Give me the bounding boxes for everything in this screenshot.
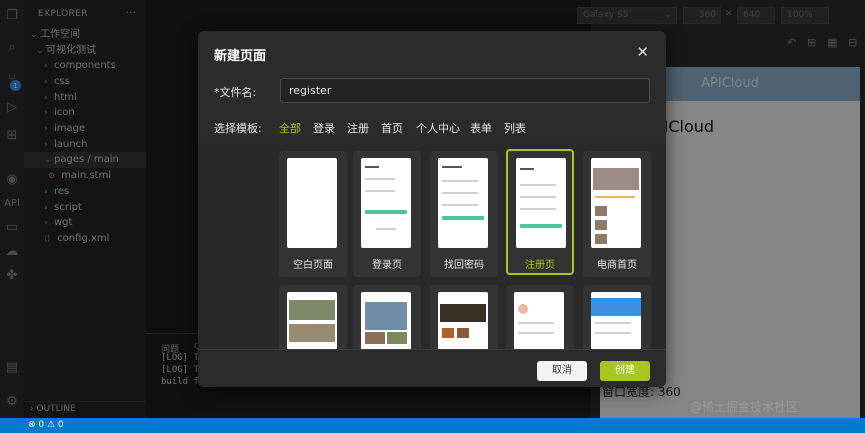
template-card-label: 找回密码 bbox=[444, 260, 484, 271]
template-card-login[interactable]: 登录页 bbox=[353, 151, 421, 277]
template-card[interactable] bbox=[430, 285, 498, 349]
new-page-dialog: 新建页面 ✕ *文件名: register 选择模板: 全部 登录 注册 首页 … bbox=[198, 31, 666, 387]
template-card-label: 登录页 bbox=[372, 260, 402, 271]
template-card[interactable] bbox=[506, 285, 574, 349]
template-card[interactable] bbox=[583, 285, 651, 349]
template-thumbnail bbox=[516, 158, 566, 248]
template-grid: 空白页面 登录页 找回密码 注册页 电商首页 bbox=[198, 143, 666, 349]
template-card[interactable] bbox=[279, 285, 347, 349]
template-card-label: 电商首页 bbox=[597, 260, 637, 271]
dialog-title: 新建页面 bbox=[214, 49, 267, 64]
tab-list[interactable]: 列表 bbox=[504, 120, 526, 136]
watermark: @稀土掘金技术社区 bbox=[690, 400, 799, 414]
template-thumbnail bbox=[361, 158, 411, 248]
close-icon[interactable]: ✕ bbox=[636, 43, 649, 61]
status-problems[interactable]: ⊗ 0 ⚠ 0 bbox=[28, 420, 64, 430]
template-card-shop-home[interactable]: 电商首页 bbox=[583, 151, 651, 277]
template-card-label: 注册页 bbox=[525, 260, 555, 271]
tab-register[interactable]: 注册 bbox=[347, 120, 369, 136]
template-thumbnail bbox=[438, 292, 488, 349]
template-card[interactable] bbox=[353, 285, 421, 349]
template-thumbnail bbox=[591, 158, 641, 248]
status-bar: ⊗ 0 ⚠ 0 bbox=[0, 418, 865, 433]
tab-home[interactable]: 首页 bbox=[381, 120, 403, 136]
dialog-footer: 取消 创建 bbox=[198, 349, 666, 387]
template-card-label: 空白页面 bbox=[293, 260, 333, 271]
template-thumbnail bbox=[361, 292, 411, 349]
filename-label: *文件名: bbox=[214, 86, 257, 99]
cancel-button[interactable]: 取消 bbox=[537, 361, 587, 381]
tab-form[interactable]: 表单 bbox=[470, 120, 492, 136]
template-thumbnail bbox=[287, 158, 337, 248]
tab-all[interactable]: 全部 bbox=[279, 120, 301, 136]
template-thumbnail bbox=[591, 292, 641, 349]
template-card-forgot-password[interactable]: 找回密码 bbox=[430, 151, 498, 277]
filename-input[interactable]: register bbox=[280, 78, 650, 103]
template-label: 选择模板: bbox=[214, 122, 262, 135]
tab-profile[interactable]: 个人中心 bbox=[416, 120, 460, 136]
tab-login[interactable]: 登录 bbox=[313, 120, 335, 136]
create-button[interactable]: 创建 bbox=[600, 361, 650, 381]
template-thumbnail bbox=[438, 158, 488, 248]
template-thumbnail bbox=[514, 292, 564, 349]
template-thumbnail bbox=[287, 292, 337, 349]
template-card-blank[interactable]: 空白页面 bbox=[279, 151, 347, 277]
template-card-register[interactable]: 注册页 bbox=[506, 149, 574, 275]
